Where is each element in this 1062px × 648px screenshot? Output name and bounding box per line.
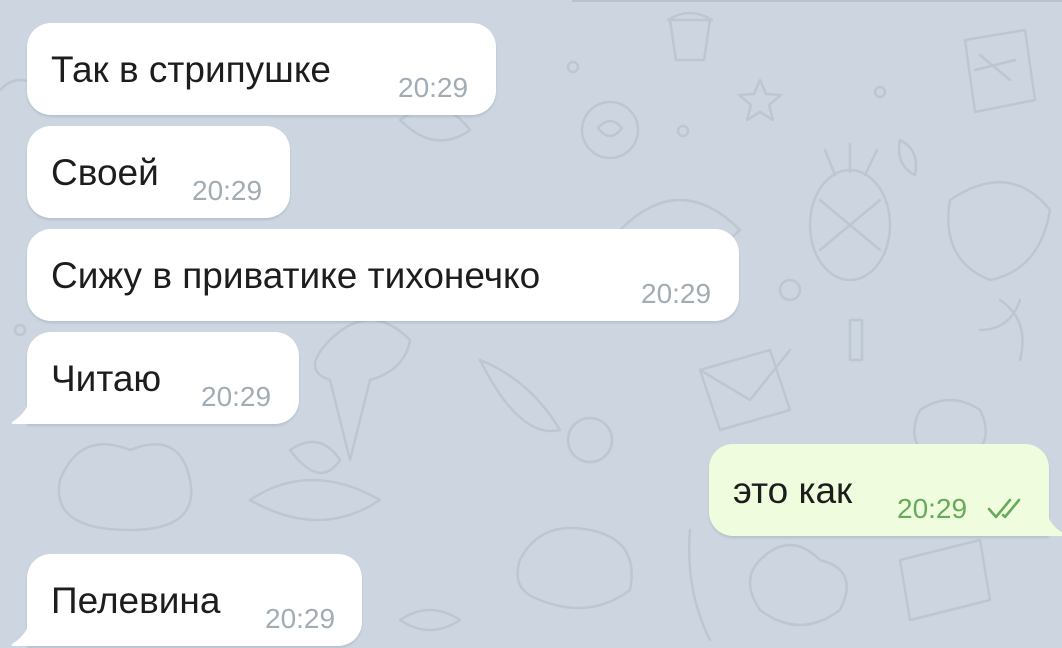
chat-view[interactable]: Так в стрипушке 20:29 Своей 20:29 Сижу в… <box>0 0 1062 648</box>
message-time: 20:29 <box>897 493 968 524</box>
top-divider <box>572 0 1062 2</box>
message-text: Читаю <box>51 358 162 399</box>
message-text: Сижу в приватике тихонечко <box>51 255 541 296</box>
bubble-tail <box>11 624 29 646</box>
read-double-check-icon <box>987 498 1021 519</box>
message-time: 20:29 <box>201 381 272 412</box>
outgoing-message-bubble[interactable]: это как 20:29 <box>709 444 1062 536</box>
message-time: 20:29 <box>265 603 336 634</box>
message-time: 20:29 <box>398 72 469 103</box>
message-text: Пелевина <box>51 580 221 621</box>
message-text: это как <box>733 470 853 511</box>
bubble-tail <box>11 402 29 424</box>
message-time: 20:29 <box>641 278 712 309</box>
message-text: Так в стрипушке <box>51 49 332 90</box>
incoming-message-bubble[interactable]: Читаю 20:29 <box>11 332 299 424</box>
message-time: 20:29 <box>192 175 263 206</box>
incoming-message-bubble[interactable]: Своей 20:29 <box>27 126 290 218</box>
incoming-message-bubble[interactable]: Пелевина 20:29 <box>11 554 362 646</box>
incoming-message-bubble[interactable]: Так в стрипушке 20:29 <box>27 23 496 115</box>
message-text: Своей <box>51 152 159 193</box>
bubble-tail <box>1047 514 1062 536</box>
incoming-message-bubble[interactable]: Сижу в приватике тихонечко 20:29 <box>27 229 739 321</box>
